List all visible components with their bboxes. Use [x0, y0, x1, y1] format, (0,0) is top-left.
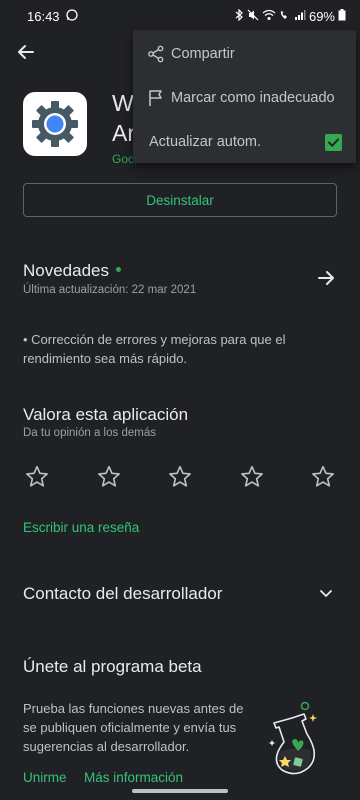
menu-item-flag[interactable]: Marcar como inadecuado — [133, 76, 356, 120]
battery-level: 69% — [308, 8, 335, 24]
new-indicator-dot — [116, 267, 122, 273]
flag-icon — [145, 87, 167, 109]
menu-item-auto-update-label: Actualizar autom. — [149, 134, 262, 150]
star-1-button[interactable] — [24, 464, 50, 490]
signal-icon — [294, 9, 306, 24]
release-notes: • Corrección de errores y mejoras para q… — [23, 332, 286, 366]
beta-description: Prueba las funciones nuevas antes de se … — [23, 701, 244, 754]
menu-item-auto-update[interactable]: Actualizar autom. — [133, 120, 356, 164]
star-rating — [24, 464, 336, 490]
star-outline-icon — [169, 465, 191, 487]
menu-item-share[interactable]: Compartir — [133, 32, 356, 76]
menu-item-flag-label: Marcar como inadecuado — [171, 90, 335, 106]
whats-new-title: Novedades — [23, 261, 122, 281]
beta-more-info-link[interactable]: Más información — [84, 770, 183, 785]
rate-subtitle: Da tu opinión a los demás — [23, 427, 156, 439]
beta-flask-illustration — [264, 700, 326, 778]
mute-icon — [247, 9, 259, 24]
star-3-button[interactable] — [167, 464, 193, 490]
arrow-back-icon — [18, 45, 34, 59]
settings-gear-icon — [32, 101, 78, 147]
auto-update-checkbox[interactable] — [325, 133, 342, 151]
star-outline-icon — [26, 465, 48, 487]
rate-title: Valora esta aplicación — [23, 405, 189, 424]
status-bar: 16:43 69% — [0, 0, 360, 32]
chevron-down-icon — [320, 590, 332, 597]
uninstall-button[interactable]: Desinstalar — [23, 183, 337, 217]
beta-title: Únete al programa beta — [23, 657, 202, 676]
developer-contact-title[interactable]: Contacto del desarrollador — [23, 584, 222, 604]
wifi-call-icon — [279, 9, 291, 24]
menu-item-share-label: Compartir — [171, 46, 235, 62]
star-2-button[interactable] — [96, 464, 122, 490]
back-button[interactable] — [12, 38, 40, 66]
whatsapp-icon — [65, 8, 78, 24]
flask-icon — [269, 701, 317, 775]
developer-contact-expand[interactable] — [316, 583, 336, 603]
write-review-link[interactable]: Escribir una reseña — [23, 520, 139, 535]
whats-new-title-text: Novedades — [23, 261, 110, 280]
star-4-button[interactable] — [239, 464, 265, 490]
share-icon — [145, 43, 167, 65]
status-time: 16:43 — [27, 8, 60, 24]
beta-join-link[interactable]: Unirme — [23, 770, 67, 785]
overflow-menu: Compartir Marcar como inadecuado Actuali… — [133, 30, 356, 163]
star-outline-icon — [240, 465, 263, 487]
whats-new-arrow-button[interactable] — [314, 266, 338, 290]
check-icon — [328, 138, 339, 147]
star-outline-icon — [97, 465, 120, 487]
screen: 16:43 69% W Ar Goo Desinstalar Novedades… — [0, 0, 360, 800]
star-outline-icon — [312, 465, 334, 487]
wifi-icon — [262, 9, 276, 24]
bluetooth-icon — [234, 8, 244, 24]
arrow-forward-icon — [318, 271, 334, 285]
app-icon — [23, 92, 87, 156]
star-5-button[interactable] — [310, 464, 336, 490]
last-updated: Última actualización: 22 mar 2021 — [23, 284, 197, 296]
battery-icon — [338, 8, 346, 24]
home-indicator[interactable] — [132, 789, 228, 793]
